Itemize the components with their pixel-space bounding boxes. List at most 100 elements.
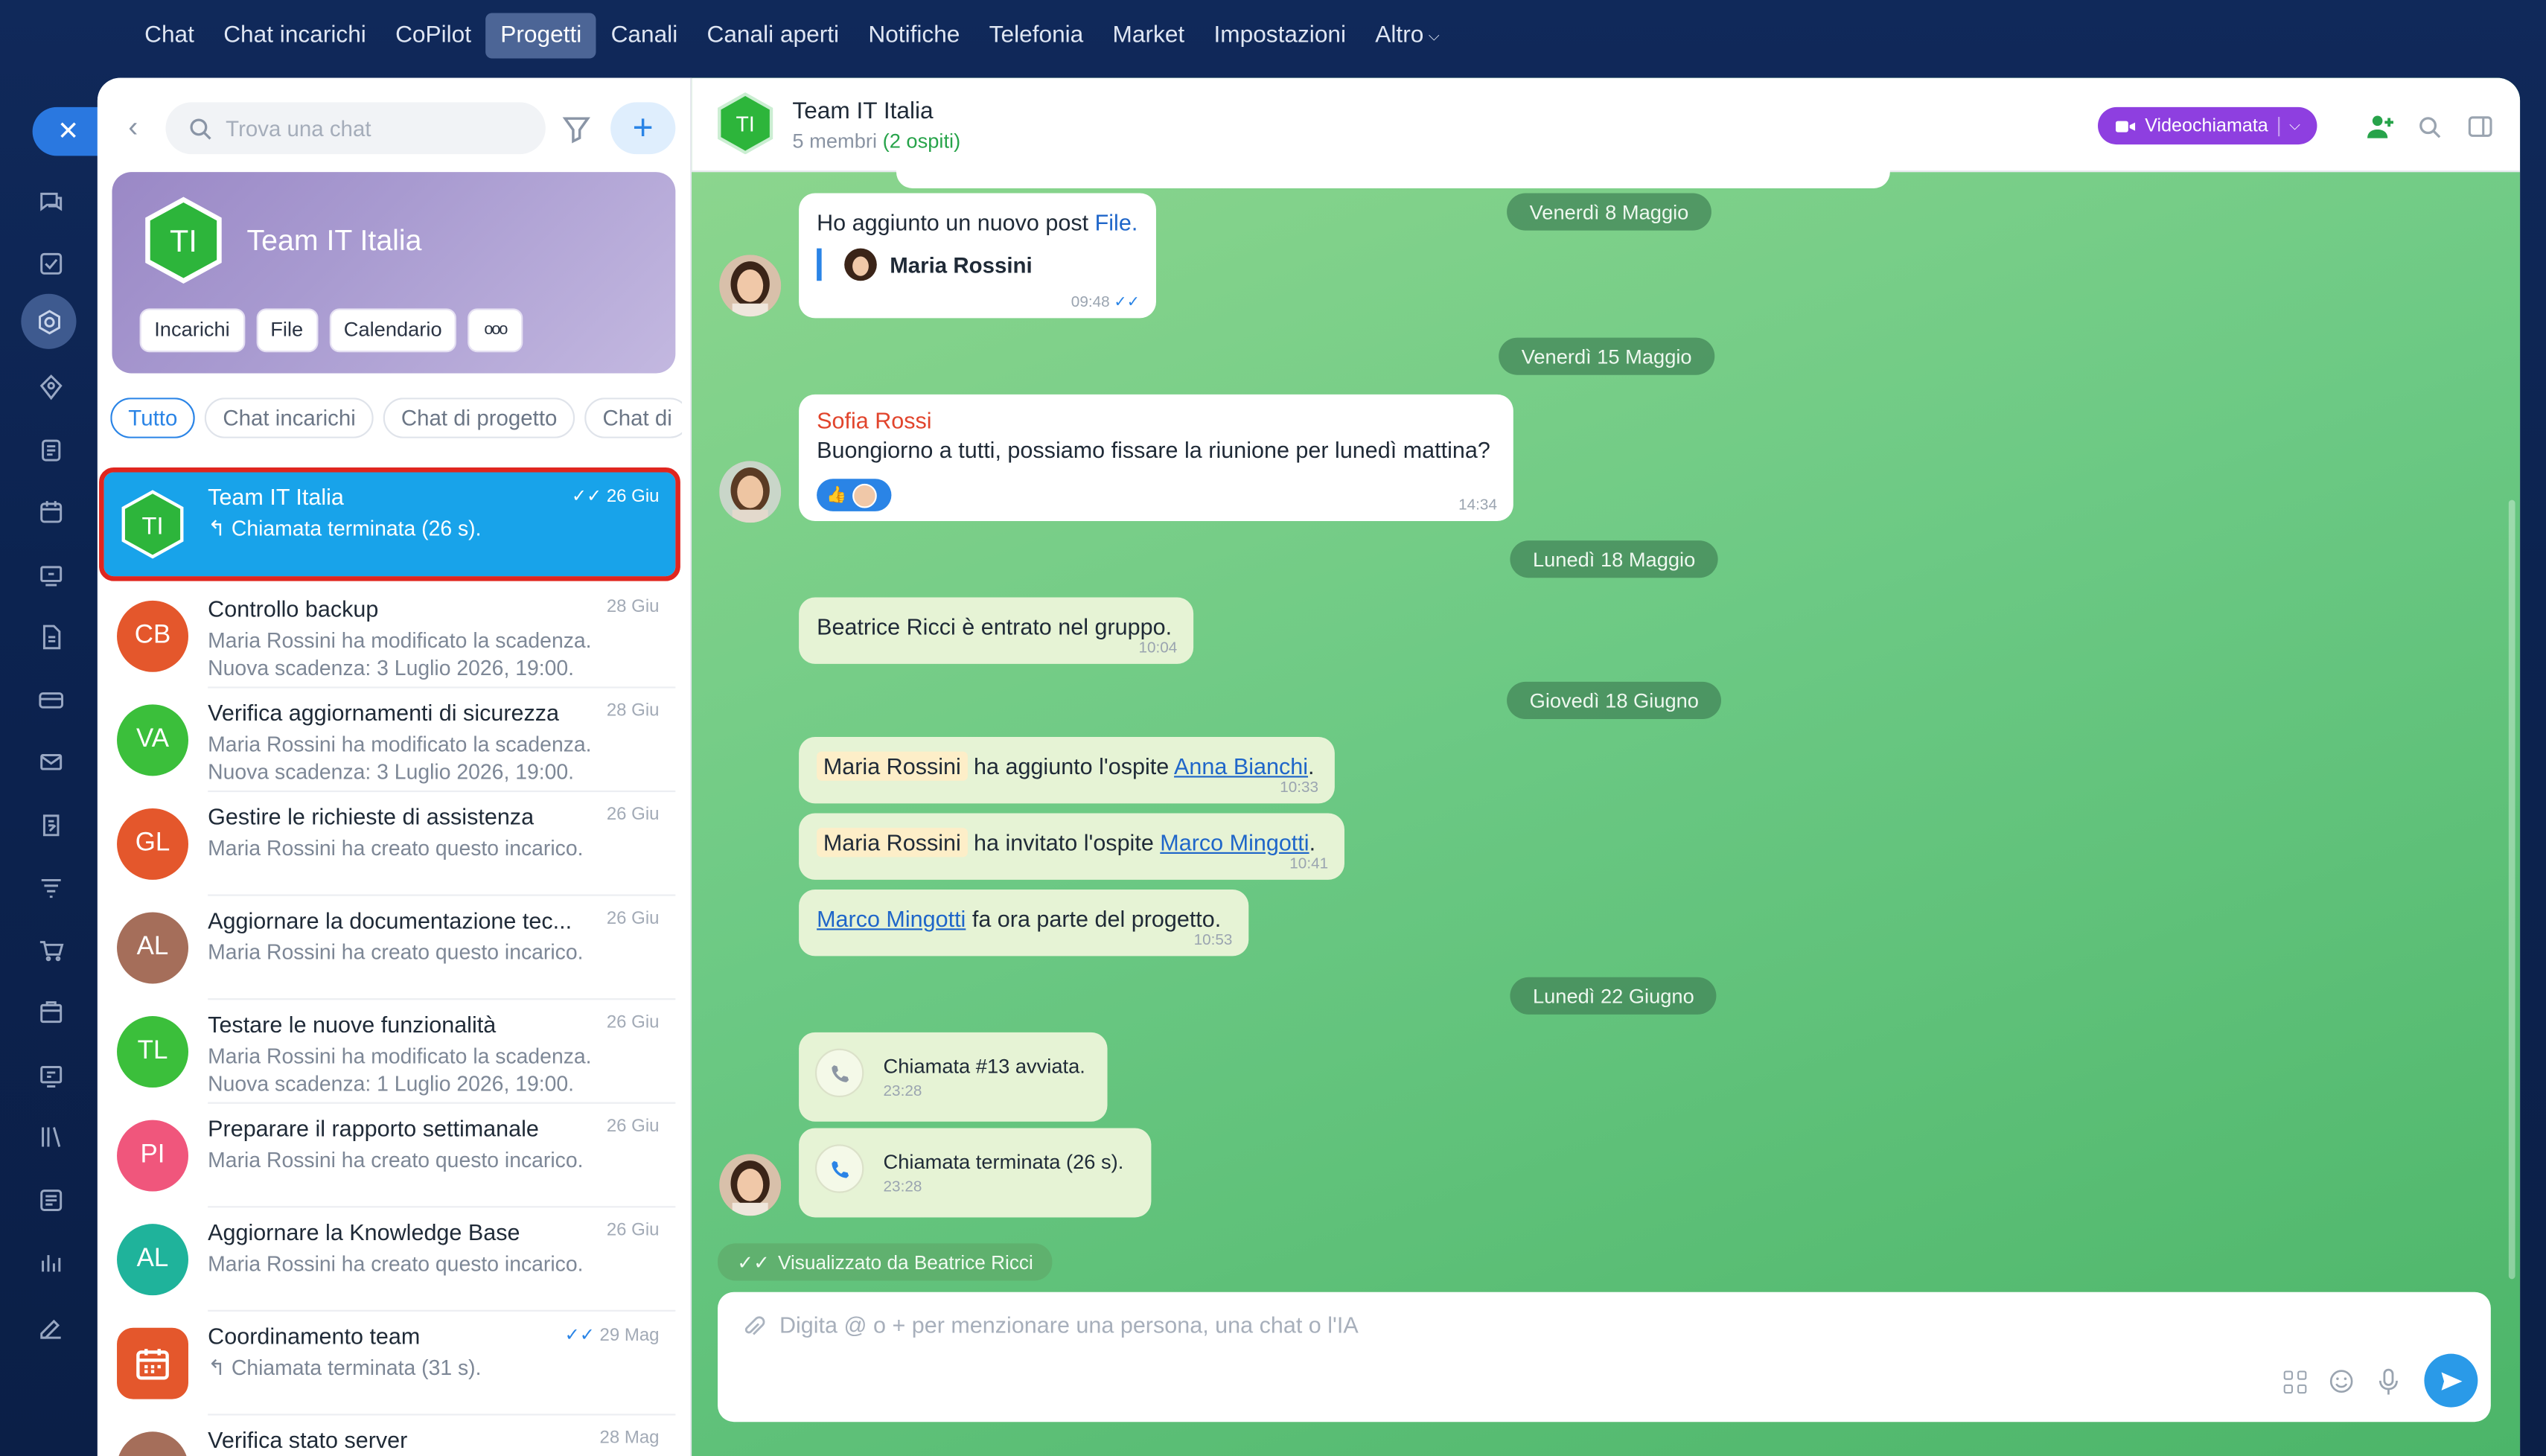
mail-icon[interactable] <box>31 742 69 781</box>
projects-icon[interactable] <box>21 293 77 349</box>
double-check-icon: ✓✓ <box>1114 293 1140 312</box>
tasks-icon[interactable] <box>31 243 69 282</box>
avatar-sofia-rossi[interactable] <box>719 461 782 523</box>
chat-item-aggiornare-documentazione[interactable]: AL Aggiornare la documentazione tec... 2… <box>104 896 676 1000</box>
filter-chat-di-progetto[interactable]: Chat di progetto <box>383 397 575 438</box>
close-button[interactable]: ✕ <box>32 106 104 156</box>
feed-icon[interactable] <box>31 430 69 469</box>
search-icon[interactable] <box>2413 110 2446 143</box>
back-icon[interactable]: ‹ <box>117 109 150 143</box>
chat-item-gestire-richieste[interactable]: GL Gestire le richieste di assistenza 26… <box>104 792 676 896</box>
call-message-text: Chiamata #13 avviata. <box>883 1055 1085 1078</box>
nav-copilot[interactable]: CoPilot <box>380 13 485 58</box>
mention-maria-rossini[interactable]: Maria Rossini <box>817 751 968 781</box>
chat-title[interactable]: Team IT Italia <box>792 99 933 125</box>
filter-chat-incarichi[interactable]: Chat incarichi <box>205 397 374 438</box>
divider <box>2277 115 2280 136</box>
date-separator: Lunedì 18 Maggio <box>1510 540 1718 578</box>
guest-link[interactable]: Marco Mingotti <box>1160 829 1309 855</box>
sites-icon[interactable] <box>31 1055 69 1093</box>
date-separator: Lunedì 22 Giugno <box>1510 977 1717 1015</box>
double-check-icon: ✓✓ <box>737 1251 770 1274</box>
chat-item-date: ✓✓ 29 Mag <box>565 1324 660 1346</box>
drive-icon[interactable] <box>31 555 69 594</box>
filter-chat-di[interactable]: Chat di <box>584 397 683 438</box>
chat-item-testare-funzionalita[interactable]: TL Testare le nuove funzionalità 26 Giu … <box>104 1000 676 1104</box>
nav-chat[interactable]: Chat <box>130 13 208 58</box>
mention-maria-rossini[interactable]: Maria Rossini <box>817 828 968 858</box>
nav-notifiche[interactable]: Notifiche <box>854 13 974 58</box>
emoji-icon[interactable] <box>2327 1367 2356 1396</box>
chat-item-title: Testare le nuove funzionalità <box>208 1011 497 1038</box>
chat-item-verifica-aggiornamenti[interactable]: VA Verifica aggiornamenti di sicurezza 2… <box>104 689 676 793</box>
nav-altro[interactable]: Altro ⌵ <box>1361 13 1455 58</box>
search-input[interactable] <box>226 115 518 141</box>
nav-market[interactable]: Market <box>1098 13 1199 58</box>
read-receipt[interactable]: ✓✓ Visualizzato da Beatrice Ricci <box>718 1243 1053 1281</box>
chat-item-team-it-italia[interactable]: TI Team IT Italia ✓✓ 26 Giu ↰ Chiamata t… <box>99 467 680 581</box>
chat-item-preview-text: Chiamata terminata (26 s). <box>231 516 482 541</box>
chat-item-controllo-backup[interactable]: CB Controllo backup 28 Giu Maria Rossini… <box>104 584 676 689</box>
search-box[interactable] <box>165 102 546 155</box>
date-separator: Venerdì 15 Maggio <box>1499 337 1715 375</box>
nav-canali-aperti[interactable]: Canali aperti <box>692 13 854 58</box>
forms-icon[interactable] <box>31 805 69 844</box>
nav-altro-label: Altro <box>1375 22 1424 49</box>
automation-icon[interactable] <box>31 866 69 905</box>
file-link[interactable]: File. <box>1095 209 1138 235</box>
chat-item-date: 26 Giu <box>606 805 660 825</box>
attach-icon[interactable] <box>741 1315 767 1341</box>
chip-file[interactable]: File <box>255 308 318 353</box>
chip-incarichi[interactable]: Incarichi <box>139 308 245 353</box>
add-user-icon[interactable] <box>2364 110 2397 143</box>
nav-progetti[interactable]: Progetti <box>485 13 596 59</box>
more-options-chip[interactable]: ooo <box>468 308 523 353</box>
filter-tutto[interactable]: Tutto <box>110 397 196 438</box>
calendar-icon[interactable] <box>31 492 69 531</box>
chat-item-knowledge-base[interactable]: AL Aggiornare la Knowledge Base 26 Giu M… <box>104 1207 676 1312</box>
reply-icon: ↰ <box>208 1355 232 1380</box>
inventory-icon[interactable] <box>31 992 69 1030</box>
call-message: Chiamata terminata (26 s). 23:28 <box>799 1128 1152 1218</box>
nav-chat-incarichi[interactable]: Chat incarichi <box>209 13 381 58</box>
chat-scrollbar[interactable] <box>2508 499 2515 1280</box>
avatar-maria-rossini[interactable] <box>719 1154 782 1216</box>
crm-icon[interactable] <box>31 680 69 719</box>
guest-link[interactable]: Anna Bianchi <box>1174 753 1308 779</box>
message-author[interactable]: Sofia Rossi <box>817 407 1496 433</box>
new-chat-button[interactable]: + <box>610 102 676 155</box>
avatar-maria-rossini[interactable] <box>719 255 782 317</box>
chat-members[interactable]: 5 membri (2 ospiti) <box>792 130 960 153</box>
nav-canali[interactable]: Canali <box>596 13 692 58</box>
filter-icon[interactable] <box>560 112 593 144</box>
message-input[interactable] <box>779 1311 2241 1338</box>
send-button[interactable] <box>2424 1353 2478 1408</box>
quoted-post[interactable]: Maria Rossini <box>817 248 1138 281</box>
chat-item-title: Team IT Italia <box>208 483 344 510</box>
chat-icon[interactable] <box>31 182 69 220</box>
chip-calendario[interactable]: Calendario <box>329 308 457 353</box>
docs-icon[interactable] <box>31 617 69 656</box>
chat-header-avatar[interactable]: TI <box>715 92 776 155</box>
video-call-button[interactable]: Videochiamata ⌵ <box>2098 106 2317 145</box>
chevron-down-icon[interactable]: ⌵ <box>2289 117 2300 135</box>
sidebar-toggle-icon[interactable] <box>2463 110 2496 143</box>
shop-icon[interactable] <box>31 930 69 968</box>
collab-icon[interactable] <box>31 367 69 406</box>
apps-grid-icon[interactable] <box>2279 1367 2309 1396</box>
nav-impostazioni[interactable]: Impostazioni <box>1199 13 1361 58</box>
reaction-like[interactable]: 👍 <box>817 479 892 511</box>
nav-telefonia[interactable]: Telefonia <box>974 13 1098 58</box>
workflow-icon[interactable] <box>31 1180 69 1219</box>
date-separator: Giovedì 18 Giugno <box>1507 681 1722 720</box>
chat-item-preview: Maria Rossini ha creato questo incarico. <box>208 1147 584 1172</box>
sign-icon[interactable] <box>31 1305 69 1344</box>
guest-link[interactable]: Marco Mingotti <box>817 906 966 932</box>
chat-item-coordinamento-team[interactable]: Coordinamento team ✓✓ 29 Mag ↰ Chiamata … <box>104 1312 676 1416</box>
microphone-icon[interactable] <box>2374 1367 2403 1396</box>
chat-item-preparare-rapporto[interactable]: PI Preparare il rapporto settimanale 26 … <box>104 1104 676 1208</box>
chat-item-verifica-stato-server[interactable]: Verifica stato server 28 Mag <box>104 1415 676 1456</box>
project-avatar: TI <box>145 197 222 284</box>
analytics-icon[interactable] <box>31 1242 69 1280</box>
knowledge-icon[interactable] <box>31 1117 69 1155</box>
